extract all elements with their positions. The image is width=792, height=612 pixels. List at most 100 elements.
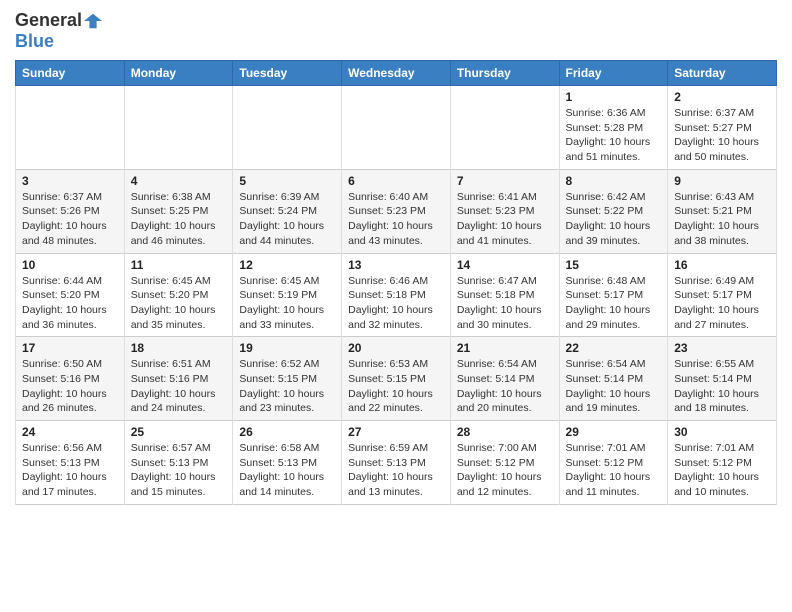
day-info: Sunrise: 6:49 AM Sunset: 5:17 PM Dayligh…	[674, 274, 770, 333]
day-number: 7	[457, 174, 553, 188]
day-number: 11	[131, 258, 227, 272]
calendar-cell-w1d1: 4 Sunrise: 6:38 AM Sunset: 5:25 PM Daylig…	[124, 169, 233, 253]
calendar-cell-w2d0: 10 Sunrise: 6:44 AM Sunset: 5:20 PM Dayli…	[16, 253, 125, 337]
day-info: Sunrise: 7:01 AM Sunset: 5:12 PM Dayligh…	[674, 441, 770, 500]
logo-blue-text: Blue	[15, 31, 54, 51]
calendar-cell-w0d6: 2 Sunrise: 6:37 AM Sunset: 5:27 PM Daylig…	[668, 86, 777, 170]
day-info: Sunrise: 6:51 AM Sunset: 5:16 PM Dayligh…	[131, 357, 227, 416]
day-info: Sunrise: 6:36 AM Sunset: 5:28 PM Dayligh…	[566, 106, 662, 165]
calendar-cell-w1d5: 8 Sunrise: 6:42 AM Sunset: 5:22 PM Daylig…	[559, 169, 668, 253]
day-info: Sunrise: 6:53 AM Sunset: 5:15 PM Dayligh…	[348, 357, 444, 416]
day-number: 9	[674, 174, 770, 188]
day-info: Sunrise: 6:38 AM Sunset: 5:25 PM Dayligh…	[131, 190, 227, 249]
day-info: Sunrise: 6:52 AM Sunset: 5:15 PM Dayligh…	[239, 357, 335, 416]
calendar-cell-w1d2: 5 Sunrise: 6:39 AM Sunset: 5:24 PM Daylig…	[233, 169, 342, 253]
day-number: 18	[131, 341, 227, 355]
day-number: 13	[348, 258, 444, 272]
calendar-cell-w4d0: 24 Sunrise: 6:56 AM Sunset: 5:13 PM Dayli…	[16, 421, 125, 505]
day-number: 10	[22, 258, 118, 272]
logo-general-text: General	[15, 10, 82, 31]
calendar-cell-w0d4	[450, 86, 559, 170]
calendar-cell-w0d1	[124, 86, 233, 170]
day-number: 24	[22, 425, 118, 439]
day-info: Sunrise: 7:01 AM Sunset: 5:12 PM Dayligh…	[566, 441, 662, 500]
day-number: 2	[674, 90, 770, 104]
day-info: Sunrise: 6:45 AM Sunset: 5:19 PM Dayligh…	[239, 274, 335, 333]
day-number: 22	[566, 341, 662, 355]
calendar-cell-w3d2: 19 Sunrise: 6:52 AM Sunset: 5:15 PM Dayli…	[233, 337, 342, 421]
calendar-cell-w2d4: 14 Sunrise: 6:47 AM Sunset: 5:18 PM Dayli…	[450, 253, 559, 337]
day-info: Sunrise: 6:54 AM Sunset: 5:14 PM Dayligh…	[457, 357, 553, 416]
day-number: 23	[674, 341, 770, 355]
weekday-header-wednesday: Wednesday	[342, 61, 451, 86]
calendar-cell-w0d0	[16, 86, 125, 170]
day-number: 25	[131, 425, 227, 439]
logo-bird-icon	[84, 12, 102, 30]
day-info: Sunrise: 6:59 AM Sunset: 5:13 PM Dayligh…	[348, 441, 444, 500]
calendar-table: SundayMondayTuesdayWednesdayThursdayFrid…	[15, 60, 777, 505]
day-number: 1	[566, 90, 662, 104]
calendar-cell-w3d0: 17 Sunrise: 6:50 AM Sunset: 5:16 PM Dayli…	[16, 337, 125, 421]
day-number: 21	[457, 341, 553, 355]
calendar-cell-w4d5: 29 Sunrise: 7:01 AM Sunset: 5:12 PM Dayli…	[559, 421, 668, 505]
day-number: 4	[131, 174, 227, 188]
calendar-cell-w2d1: 11 Sunrise: 6:45 AM Sunset: 5:20 PM Dayli…	[124, 253, 233, 337]
calendar-cell-w0d5: 1 Sunrise: 6:36 AM Sunset: 5:28 PM Daylig…	[559, 86, 668, 170]
day-number: 20	[348, 341, 444, 355]
calendar-cell-w1d4: 7 Sunrise: 6:41 AM Sunset: 5:23 PM Daylig…	[450, 169, 559, 253]
calendar-cell-w3d4: 21 Sunrise: 6:54 AM Sunset: 5:14 PM Dayli…	[450, 337, 559, 421]
day-number: 14	[457, 258, 553, 272]
calendar-cell-w1d3: 6 Sunrise: 6:40 AM Sunset: 5:23 PM Daylig…	[342, 169, 451, 253]
day-info: Sunrise: 6:50 AM Sunset: 5:16 PM Dayligh…	[22, 357, 118, 416]
day-number: 29	[566, 425, 662, 439]
calendar-cell-w0d3	[342, 86, 451, 170]
calendar-cell-w2d2: 12 Sunrise: 6:45 AM Sunset: 5:19 PM Dayli…	[233, 253, 342, 337]
day-info: Sunrise: 6:37 AM Sunset: 5:26 PM Dayligh…	[22, 190, 118, 249]
day-info: Sunrise: 6:58 AM Sunset: 5:13 PM Dayligh…	[239, 441, 335, 500]
day-info: Sunrise: 6:39 AM Sunset: 5:24 PM Dayligh…	[239, 190, 335, 249]
day-number: 5	[239, 174, 335, 188]
day-info: Sunrise: 6:55 AM Sunset: 5:14 PM Dayligh…	[674, 357, 770, 416]
day-number: 15	[566, 258, 662, 272]
day-number: 17	[22, 341, 118, 355]
weekday-header-friday: Friday	[559, 61, 668, 86]
calendar-cell-w1d6: 9 Sunrise: 6:43 AM Sunset: 5:21 PM Daylig…	[668, 169, 777, 253]
day-number: 12	[239, 258, 335, 272]
calendar-cell-w4d1: 25 Sunrise: 6:57 AM Sunset: 5:13 PM Dayli…	[124, 421, 233, 505]
weekday-header-tuesday: Tuesday	[233, 61, 342, 86]
day-info: Sunrise: 6:41 AM Sunset: 5:23 PM Dayligh…	[457, 190, 553, 249]
calendar-cell-w4d3: 27 Sunrise: 6:59 AM Sunset: 5:13 PM Dayli…	[342, 421, 451, 505]
day-info: Sunrise: 6:42 AM Sunset: 5:22 PM Dayligh…	[566, 190, 662, 249]
calendar-cell-w3d5: 22Sunrise: 6:54 AM Sunset: 5:14 PM Dayli…	[559, 337, 668, 421]
weekday-header-monday: Monday	[124, 61, 233, 86]
weekday-header-thursday: Thursday	[450, 61, 559, 86]
day-number: 27	[348, 425, 444, 439]
day-number: 19	[239, 341, 335, 355]
calendar-cell-w4d4: 28Sunrise: 7:00 AM Sunset: 5:12 PM Dayli…	[450, 421, 559, 505]
calendar-cell-w4d6: 30Sunrise: 7:01 AM Sunset: 5:12 PM Dayli…	[668, 421, 777, 505]
day-info: Sunrise: 6:56 AM Sunset: 5:13 PM Dayligh…	[22, 441, 118, 500]
day-info: Sunrise: 6:47 AM Sunset: 5:18 PM Dayligh…	[457, 274, 553, 333]
day-number: 28	[457, 425, 553, 439]
logo: General Blue	[15, 10, 102, 52]
calendar-cell-w4d2: 26 Sunrise: 6:58 AM Sunset: 5:13 PM Dayli…	[233, 421, 342, 505]
calendar-cell-w3d3: 20 Sunrise: 6:53 AM Sunset: 5:15 PM Dayli…	[342, 337, 451, 421]
weekday-header-sunday: Sunday	[16, 61, 125, 86]
day-info: Sunrise: 6:43 AM Sunset: 5:21 PM Dayligh…	[674, 190, 770, 249]
day-info: Sunrise: 6:37 AM Sunset: 5:27 PM Dayligh…	[674, 106, 770, 165]
day-info: Sunrise: 6:40 AM Sunset: 5:23 PM Dayligh…	[348, 190, 444, 249]
calendar-cell-w2d6: 16 Sunrise: 6:49 AM Sunset: 5:17 PM Dayli…	[668, 253, 777, 337]
day-info: Sunrise: 6:44 AM Sunset: 5:20 PM Dayligh…	[22, 274, 118, 333]
day-number: 3	[22, 174, 118, 188]
day-info: Sunrise: 6:45 AM Sunset: 5:20 PM Dayligh…	[131, 274, 227, 333]
calendar-cell-w3d1: 18 Sunrise: 6:51 AM Sunset: 5:16 PM Dayli…	[124, 337, 233, 421]
calendar-cell-w2d3: 13Sunrise: 6:46 AM Sunset: 5:18 PM Dayli…	[342, 253, 451, 337]
day-info: Sunrise: 6:48 AM Sunset: 5:17 PM Dayligh…	[566, 274, 662, 333]
calendar-cell-w0d2	[233, 86, 342, 170]
day-number: 16	[674, 258, 770, 272]
day-number: 8	[566, 174, 662, 188]
day-number: 26	[239, 425, 335, 439]
day-info: Sunrise: 6:57 AM Sunset: 5:13 PM Dayligh…	[131, 441, 227, 500]
day-number: 6	[348, 174, 444, 188]
weekday-header-saturday: Saturday	[668, 61, 777, 86]
